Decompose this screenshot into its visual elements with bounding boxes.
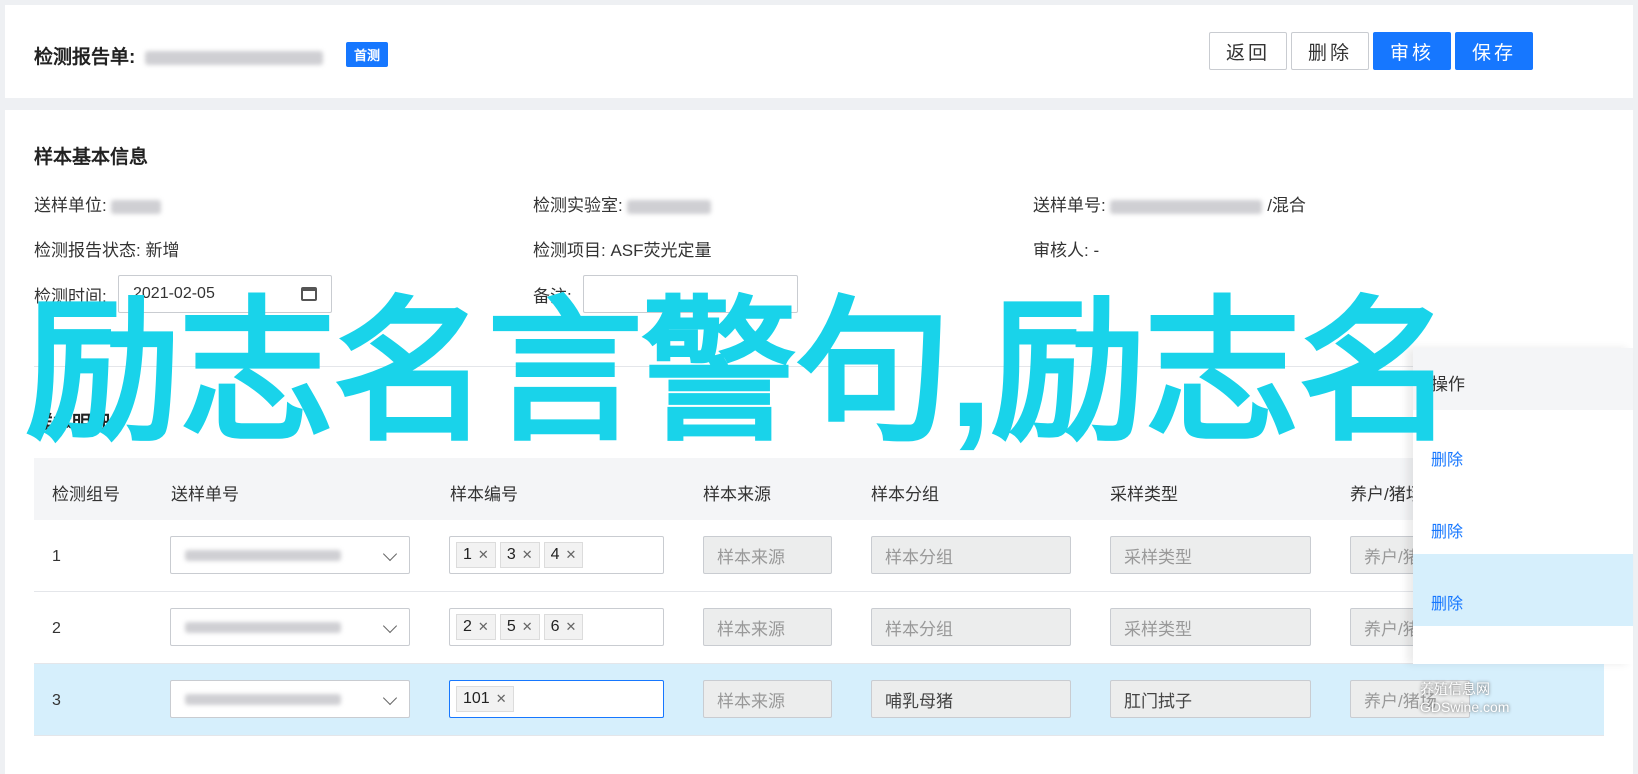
sender-unit-redacted <box>111 199 162 214</box>
close-icon[interactable]: ✕ <box>478 619 489 635</box>
status-badge: 首测 <box>346 42 389 67</box>
row-delete-link[interactable]: 删除 <box>1431 590 1463 614</box>
close-icon[interactable]: ✕ <box>522 547 533 563</box>
report-header-bar: 检测报告单: 首测 返回 删除 审核 保存 <box>5 5 1633 98</box>
watermark-line2: GDSwine.com <box>1420 699 1510 716</box>
col-grouping: 样本分组 <box>871 485 939 504</box>
save-button[interactable]: 保存 <box>1455 32 1533 70</box>
sender-unit-info: 送样单位: <box>34 191 162 216</box>
sample-chip: 101 ✕ <box>456 686 514 712</box>
watermark-line1: 养殖信息网 <box>1420 681 1490 697</box>
table-row: 1 1 ✕ 3 ✕ 4 ✕ 样本来源 样本分组 采样类型 养户/猪场 <box>34 520 1604 592</box>
send-no-label: 送样单号: <box>1033 196 1106 215</box>
lab-redacted <box>627 199 712 214</box>
project-label: 检测项目: <box>533 241 606 260</box>
sample-group-input[interactable]: 样本分组 <box>871 536 1071 574</box>
project-value: ASF荧光定量 <box>610 241 712 260</box>
back-button[interactable]: 返回 <box>1209 32 1287 70</box>
send-no-suffix: /混合 <box>1267 196 1306 215</box>
sample-chip: 3 ✕ <box>499 542 540 568</box>
chevron-down-icon <box>382 690 398 706</box>
group-number: 2 <box>52 620 61 637</box>
close-icon[interactable]: ✕ <box>496 691 507 707</box>
sample-chip: 4 ✕ <box>543 542 584 568</box>
table-header: 检测组号 送样单号 样本编号 样本来源 样本分组 采样类型 养户/猪场 <box>34 458 1604 520</box>
send-no-value-redacted <box>185 622 341 633</box>
group-number: 1 <box>52 548 61 565</box>
reviewer-value: - <box>1093 241 1100 260</box>
send-no-value-redacted <box>185 550 341 561</box>
sample-no-multiselect[interactable]: 101 ✕ <box>449 680 664 718</box>
sample-type-input[interactable]: 肛门拭子 <box>1110 680 1311 718</box>
review-button[interactable]: 审核 <box>1373 32 1451 70</box>
col-sample-type: 采样类型 <box>1110 485 1178 504</box>
sample-chip: 2 ✕ <box>456 614 496 640</box>
close-icon[interactable]: ✕ <box>478 547 489 563</box>
send-no-select[interactable] <box>170 536 410 574</box>
page-title: 检测报告单: <box>34 42 323 69</box>
overlay-banner-text: 励志名言警句,励志名 <box>25 286 1454 460</box>
table-row: 3 101 ✕ 样本来源 哺乳母猪 肛门拭子 养户/猪场 <box>34 664 1604 736</box>
status-value: 新增 <box>145 241 180 260</box>
sample-group-input[interactable]: 样本分组 <box>871 608 1071 646</box>
report-number-redacted <box>144 50 323 65</box>
delete-button[interactable]: 删除 <box>1291 32 1369 70</box>
sample-group-input[interactable]: 哺乳母猪 <box>871 680 1071 718</box>
row-delete-link[interactable]: 删除 <box>1431 518 1463 542</box>
close-icon[interactable]: ✕ <box>522 619 533 635</box>
sample-source-input[interactable]: 样本来源 <box>703 536 832 574</box>
send-no-info: 送样单号: /混合 <box>1033 191 1306 216</box>
sample-chip: 1 ✕ <box>456 542 496 568</box>
sample-source-input[interactable]: 样本来源 <box>703 608 832 646</box>
send-no-select[interactable] <box>170 680 410 718</box>
send-no-select[interactable] <box>170 608 410 646</box>
chevron-down-icon <box>382 618 398 634</box>
sample-type-input[interactable]: 采样类型 <box>1110 536 1311 574</box>
group-number: 3 <box>52 692 61 709</box>
table-row: 2 2 ✕ 5 ✕ 6 ✕ 样本来源 样本分组 采样类型 养户/猪场 <box>34 592 1604 664</box>
sample-chip: 5 ✕ <box>499 614 540 640</box>
status-label: 检测报告状态: <box>34 241 141 260</box>
send-no-redacted <box>1110 199 1263 214</box>
col-farm: 养户/猪场 <box>1350 485 1423 504</box>
sample-source-input[interactable]: 样本来源 <box>703 680 832 718</box>
sender-unit-label: 送样单位: <box>34 196 107 215</box>
project-info: 检测项目: ASF荧光定量 <box>533 236 712 261</box>
lab-label: 检测实验室: <box>533 196 623 215</box>
sample-type-input[interactable]: 采样类型 <box>1110 608 1311 646</box>
col-send-no: 送样单号 <box>171 485 239 504</box>
chevron-down-icon <box>382 546 398 562</box>
watermark: 养殖信息网 GDSwine.com <box>1420 680 1509 716</box>
send-no-value-redacted <box>185 694 341 705</box>
reviewer-label: 审核人: <box>1033 241 1089 260</box>
status-info: 检测报告状态: 新增 <box>34 236 179 261</box>
col-group: 检测组号 <box>52 485 120 504</box>
sample-no-multiselect[interactable]: 2 ✕ 5 ✕ 6 ✕ <box>449 608 664 646</box>
col-sample-no: 样本编号 <box>450 485 518 504</box>
sample-no-multiselect[interactable]: 1 ✕ 3 ✕ 4 ✕ <box>449 536 664 574</box>
sample-chip: 6 ✕ <box>543 614 584 640</box>
lab-info: 检测实验室: <box>533 191 712 216</box>
reviewer-info: 审核人: - <box>1033 236 1099 261</box>
close-icon[interactable]: ✕ <box>566 619 577 635</box>
col-source: 样本来源 <box>703 485 771 504</box>
basic-info-title: 样本基本信息 <box>34 147 149 168</box>
close-icon[interactable]: ✕ <box>566 547 577 563</box>
